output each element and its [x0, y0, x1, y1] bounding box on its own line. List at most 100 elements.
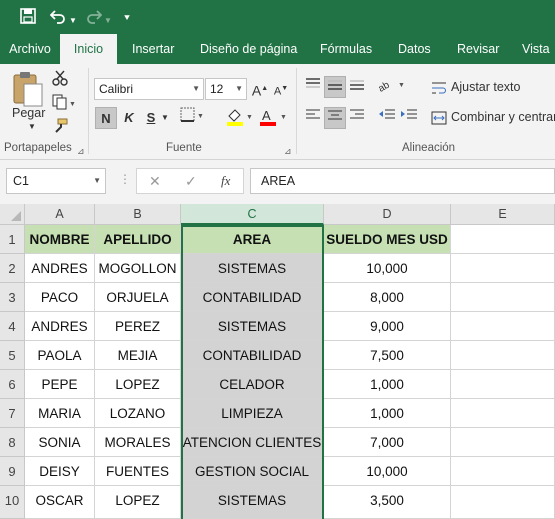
bold-button[interactable]: N: [95, 107, 117, 129]
table-cell[interactable]: MARIA: [25, 399, 95, 428]
name-box[interactable]: C1 ▼: [6, 168, 106, 194]
paste-dropdown-icon[interactable]: ▼: [28, 122, 36, 131]
customize-toolbar-icon[interactable]: ⯆: [123, 10, 131, 28]
insert-function-icon[interactable]: fx: [221, 173, 230, 189]
merge-center-icon[interactable]: [431, 110, 447, 126]
font-launcher-icon[interactable]: ⊿: [284, 146, 292, 157]
column-header-d[interactable]: D: [324, 204, 451, 225]
table-cell[interactable]: MOGOLLON: [95, 254, 181, 283]
empty-cell[interactable]: [451, 399, 555, 428]
row-header-2[interactable]: 2: [0, 254, 25, 283]
row-header-6[interactable]: 6: [0, 370, 25, 399]
empty-cell[interactable]: [451, 254, 555, 283]
align-right-icon[interactable]: [346, 107, 368, 129]
tab-archivo[interactable]: Archivo: [0, 34, 60, 64]
row-header-1[interactable]: 1: [0, 225, 25, 254]
table-header-cell[interactable]: NOMBRE: [25, 225, 95, 254]
undo-icon[interactable]: [49, 8, 66, 29]
table-cell[interactable]: PACO: [25, 283, 95, 312]
paste-button[interactable]: Pegar: [12, 106, 45, 120]
redo-dropdown-icon[interactable]: ▼: [104, 12, 112, 30]
decrease-font-icon[interactable]: A▼: [271, 78, 291, 100]
table-cell[interactable]: MEJIA: [95, 341, 181, 370]
empty-cell[interactable]: [451, 486, 555, 519]
table-cell[interactable]: SONIA: [25, 428, 95, 457]
empty-cell[interactable]: [451, 312, 555, 341]
empty-cell[interactable]: [451, 341, 555, 370]
table-cell[interactable]: 10,000: [324, 254, 451, 283]
clipboard-launcher-icon[interactable]: ⊿: [77, 146, 85, 157]
table-cell[interactable]: ANDRES: [25, 312, 95, 341]
table-cell[interactable]: SISTEMAS: [181, 254, 324, 283]
tab-insertar[interactable]: Insertar: [132, 34, 174, 64]
empty-cell[interactable]: [451, 225, 555, 254]
wrap-text-icon[interactable]: [431, 80, 447, 96]
table-cell[interactable]: ANDRES: [25, 254, 95, 283]
table-cell[interactable]: LOZANO: [95, 399, 181, 428]
align-middle-icon[interactable]: [324, 76, 346, 98]
empty-cell[interactable]: [451, 283, 555, 312]
tab-vista[interactable]: Vista: [522, 34, 550, 64]
table-cell[interactable]: MORALES: [95, 428, 181, 457]
table-cell[interactable]: 8,000: [324, 283, 451, 312]
empty-cell[interactable]: [451, 457, 555, 486]
underline-dropdown-icon[interactable]: ▼: [160, 107, 170, 129]
cancel-icon[interactable]: ✕: [149, 173, 161, 190]
column-header-e[interactable]: E: [451, 204, 555, 225]
redo-icon[interactable]: [86, 8, 103, 29]
table-cell[interactable]: SISTEMAS: [181, 486, 324, 519]
text-orientation-icon[interactable]: ab ▼: [376, 76, 408, 98]
tab-revisar[interactable]: Revisar: [457, 34, 499, 64]
table-header-cell[interactable]: APELLIDO: [95, 225, 181, 254]
align-bottom-icon[interactable]: [346, 76, 368, 98]
select-all-corner[interactable]: [0, 204, 25, 225]
row-header-10[interactable]: 10: [0, 486, 25, 519]
row-header-8[interactable]: 8: [0, 428, 25, 457]
increase-indent-icon[interactable]: [398, 107, 420, 129]
font-name-combo[interactable]: Calibri ▼: [94, 78, 204, 100]
fill-color-icon[interactable]: ▼: [224, 107, 256, 129]
table-cell[interactable]: CONTABILIDAD: [181, 283, 324, 312]
table-cell[interactable]: 1,000: [324, 370, 451, 399]
column-header-a[interactable]: A: [25, 204, 95, 225]
table-cell[interactable]: GESTION SOCIAL: [181, 457, 324, 486]
save-icon[interactable]: [20, 8, 36, 29]
underline-button[interactable]: S: [141, 107, 161, 129]
table-cell[interactable]: PEPE: [25, 370, 95, 399]
table-cell[interactable]: CELADOR: [181, 370, 324, 399]
column-header-c[interactable]: C: [181, 204, 324, 225]
table-cell[interactable]: DEISY: [25, 457, 95, 486]
table-cell[interactable]: OSCAR: [25, 486, 95, 519]
formula-input[interactable]: AREA: [250, 168, 555, 194]
paste-icon[interactable]: [10, 70, 46, 110]
table-cell[interactable]: LOPEZ: [95, 486, 181, 519]
row-header-7[interactable]: 7: [0, 399, 25, 428]
merge-center-button[interactable]: Combinar y centrar: [451, 110, 555, 124]
font-size-combo[interactable]: 12 ▼: [205, 78, 247, 100]
decrease-indent-icon[interactable]: [376, 107, 398, 129]
table-cell[interactable]: 1,000: [324, 399, 451, 428]
table-cell[interactable]: CONTABILIDAD: [181, 341, 324, 370]
table-cell[interactable]: ATENCION CLIENTES: [181, 428, 324, 457]
font-color-icon[interactable]: A ▼: [258, 107, 290, 129]
table-cell[interactable]: 7,500: [324, 341, 451, 370]
tab-formulas[interactable]: Fórmulas: [320, 34, 372, 64]
table-cell[interactable]: 9,000: [324, 312, 451, 341]
table-cell[interactable]: 10,000: [324, 457, 451, 486]
wrap-text-button[interactable]: Ajustar texto: [451, 80, 520, 94]
table-cell[interactable]: LIMPIEZA: [181, 399, 324, 428]
align-top-icon[interactable]: [302, 76, 324, 98]
undo-dropdown-icon[interactable]: ▼: [69, 12, 77, 30]
table-cell[interactable]: LOPEZ: [95, 370, 181, 399]
format-painter-icon[interactable]: [52, 118, 70, 136]
row-header-3[interactable]: 3: [0, 283, 25, 312]
row-header-9[interactable]: 9: [0, 457, 25, 486]
copy-icon[interactable]: ▼: [52, 94, 78, 112]
table-cell[interactable]: SISTEMAS: [181, 312, 324, 341]
row-header-5[interactable]: 5: [0, 341, 25, 370]
tab-inicio[interactable]: Inicio: [60, 34, 117, 64]
table-cell[interactable]: PEREZ: [95, 312, 181, 341]
align-center-icon[interactable]: [324, 107, 346, 129]
column-header-b[interactable]: B: [95, 204, 181, 225]
table-cell[interactable]: ORJUELA: [95, 283, 181, 312]
